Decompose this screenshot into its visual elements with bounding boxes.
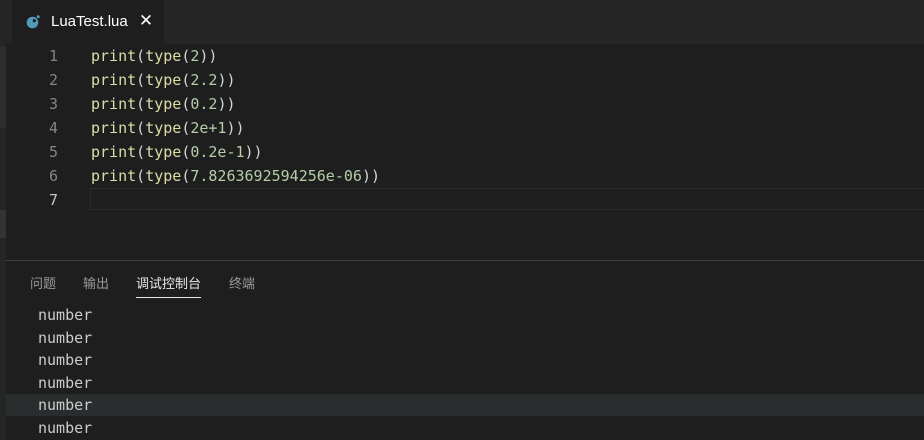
console-output-line[interactable]: number <box>6 417 924 439</box>
console-output-text: number <box>38 419 93 437</box>
line-number: 4 <box>48 119 58 137</box>
code-line-current[interactable]: 7 <box>6 188 924 212</box>
code-text: print(type(2.2)) <box>91 71 236 89</box>
line-number: 5 <box>48 143 58 161</box>
tab-label: LuaTest.lua <box>51 13 128 30</box>
line-number: 7 <box>48 191 58 209</box>
code-line[interactable]: 5 print(type(0.2e-1)) <box>6 140 924 164</box>
console-output-text: number <box>38 374 93 392</box>
console-output-text: number <box>38 306 93 324</box>
code-text: print(type(0.2)) <box>91 95 236 113</box>
code-text: print(type(2e+1)) <box>91 119 245 137</box>
code-editor[interactable]: 1 print(type(2)) 2 print(type(2.2)) 3 pr… <box>6 44 924 260</box>
line-number: 3 <box>48 95 58 113</box>
console-output-text: number <box>38 351 93 369</box>
line-number: 1 <box>48 47 58 65</box>
console-output-line[interactable]: number <box>6 304 924 326</box>
editor-tab-bar: LuaTest.lua ✕ <box>6 0 924 44</box>
line-number: 2 <box>48 71 58 89</box>
code-line[interactable]: 3 print(type(0.2)) <box>6 92 924 116</box>
panel-tab-debug-console[interactable]: 调试控制台 <box>136 275 202 298</box>
tab-luatest[interactable]: LuaTest.lua ✕ <box>12 0 164 44</box>
bottom-panel: 问题 输出 调试控制台 终端 number number number numb… <box>6 260 924 440</box>
console-output-line[interactable]: number <box>6 349 924 371</box>
current-line-highlight <box>90 188 924 210</box>
code-text: print(type(7.8263692594256e-06)) <box>91 167 380 185</box>
console-output-line[interactable]: number <box>6 372 924 394</box>
console-output-line[interactable]: number <box>6 327 924 349</box>
close-tab-icon[interactable]: ✕ <box>138 11 154 31</box>
panel-tab-terminal[interactable]: 终端 <box>229 275 255 297</box>
code-text: print(type(2)) <box>91 47 218 65</box>
console-output-line-hovered[interactable]: number <box>6 394 924 416</box>
code-line[interactable]: 1 print(type(2)) <box>6 44 924 68</box>
line-number: 6 <box>48 167 58 185</box>
code-text: print(type(0.2e-1)) <box>91 143 263 161</box>
code-line[interactable]: 4 print(type(2e+1)) <box>6 116 924 140</box>
console-output-text: number <box>38 396 93 414</box>
panel-tab-problems[interactable]: 问题 <box>30 275 56 297</box>
code-line[interactable]: 2 print(type(2.2)) <box>6 68 924 92</box>
lua-file-icon <box>26 15 40 29</box>
console-output-text: number <box>38 329 93 347</box>
panel-tab-output[interactable]: 输出 <box>83 275 109 297</box>
code-line[interactable]: 6 print(type(7.8263692594256e-06)) <box>6 164 924 188</box>
